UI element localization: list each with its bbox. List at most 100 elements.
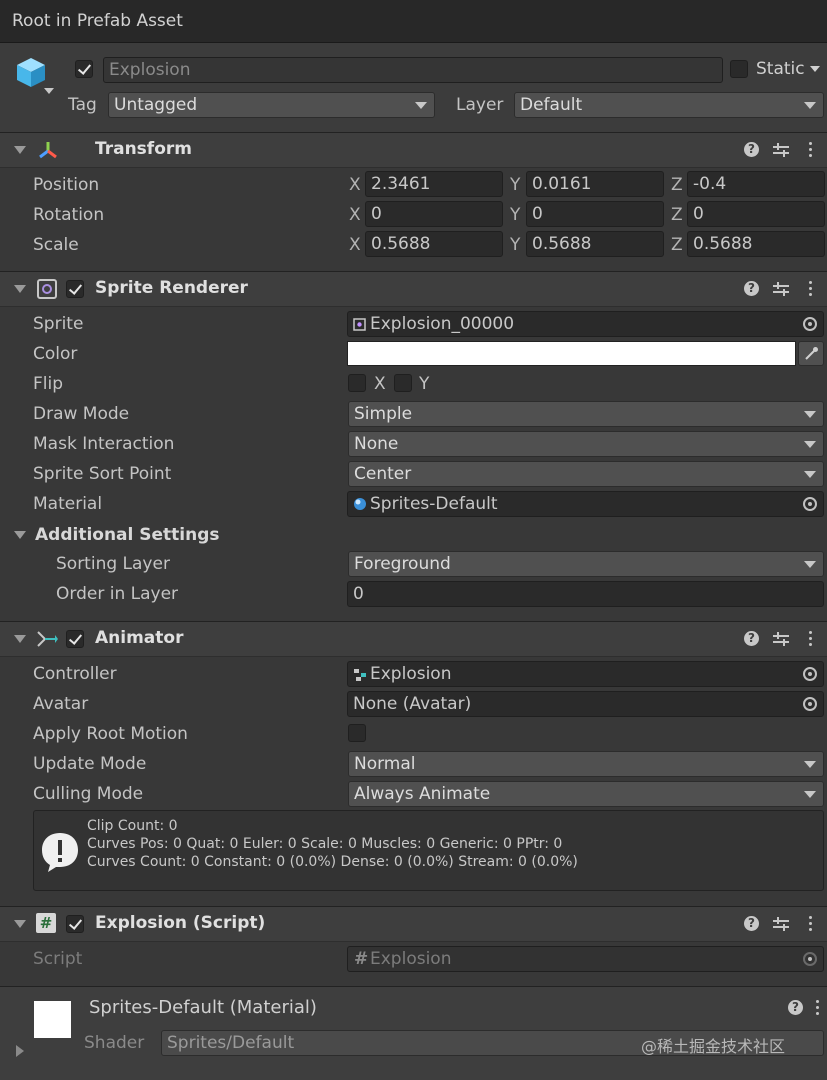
material-object-field[interactable]: Sprites-Default [347, 491, 824, 517]
update-mode-value: Normal [354, 754, 416, 774]
transform-icon [39, 142, 57, 159]
position-y-field[interactable]: 0.0161 [526, 171, 664, 197]
transform-title: Transform [95, 139, 192, 159]
presets-icon[interactable] [773, 632, 789, 646]
help-icon[interactable]: ? [744, 281, 759, 296]
sprite-sort-point-label: Sprite Sort Point [33, 464, 172, 484]
eyedropper-button[interactable] [798, 341, 824, 366]
avatar-label: Avatar [33, 694, 89, 714]
tag-dropdown[interactable]: Untagged [108, 92, 435, 118]
static-dropdown-arrow-icon[interactable] [810, 66, 820, 72]
controller-label: Controller [33, 664, 117, 684]
object-picker-icon[interactable] [803, 497, 817, 511]
axis-x-label: X [349, 175, 361, 195]
position-z-field[interactable]: -0.4 [687, 171, 825, 197]
foldout-arrow-icon[interactable] [14, 285, 26, 293]
animator-controller-icon [354, 669, 366, 681]
material-title: Sprites-Default (Material) [89, 997, 317, 1018]
rotation-x-field[interactable]: 0 [365, 201, 503, 227]
help-icon[interactable]: ? [788, 1000, 803, 1015]
info-icon [42, 833, 78, 872]
sprite-sort-point-value: Center [354, 464, 412, 484]
transform-header[interactable]: Transform ? [0, 132, 827, 168]
active-checkbox[interactable] [75, 60, 93, 78]
object-picker-icon[interactable] [803, 317, 817, 331]
static-checkbox[interactable] [730, 60, 748, 78]
draw-mode-dropdown[interactable]: Simple [348, 401, 824, 427]
object-picker-icon[interactable] [803, 667, 817, 681]
presets-icon[interactable] [773, 917, 789, 931]
mask-interaction-dropdown[interactable]: None [348, 431, 824, 457]
material-asset-icon [354, 498, 366, 510]
sorting-layer-dropdown[interactable]: Foreground [348, 551, 824, 577]
script-component-header[interactable]: # Explosion (Script) ? [0, 906, 827, 942]
culling-mode-dropdown[interactable]: Always Animate [348, 781, 824, 807]
flip-x-checkbox[interactable] [348, 374, 366, 392]
additional-settings-label[interactable]: Additional Settings [35, 525, 220, 545]
additional-settings-foldout-icon[interactable] [14, 531, 26, 539]
order-in-layer-field[interactable]: 0 [347, 581, 824, 607]
mask-interaction-value: None [354, 434, 399, 454]
help-icon[interactable]: ? [744, 916, 759, 931]
tag-label: Tag [68, 95, 97, 115]
sprite-renderer-header[interactable]: Sprite Renderer ? [0, 271, 827, 307]
object-picker-icon [803, 952, 817, 966]
sprite-sort-point-dropdown[interactable]: Center [348, 461, 824, 487]
animator-enabled-checkbox[interactable] [66, 630, 84, 648]
chevron-down-icon [804, 561, 816, 568]
layer-dropdown[interactable]: Default [514, 92, 824, 118]
avatar-object-field[interactable]: None (Avatar) [347, 691, 824, 717]
foldout-arrow-icon[interactable] [14, 635, 26, 643]
shader-value: Sprites/Default [167, 1033, 295, 1053]
sprite-renderer-enabled-checkbox[interactable] [66, 280, 84, 298]
foldout-arrow-icon[interactable] [14, 920, 26, 928]
apply-root-motion-checkbox[interactable] [348, 724, 366, 742]
culling-mode-label: Culling Mode [33, 784, 144, 804]
object-picker-icon[interactable] [803, 697, 817, 711]
axis-x-label: X [349, 205, 361, 225]
foldout-arrow-icon[interactable] [14, 146, 26, 154]
rotation-z-field[interactable]: 0 [687, 201, 825, 227]
script-enabled-checkbox[interactable] [66, 915, 84, 933]
chevron-down-icon [804, 411, 816, 418]
help-icon[interactable]: ? [744, 142, 759, 157]
object-name-field[interactable]: Explosion [103, 57, 723, 83]
rotation-y-field[interactable]: 0 [526, 201, 664, 227]
scale-y-field[interactable]: 0.5688 [526, 231, 664, 257]
sprite-object-field[interactable]: Explosion_00000 [347, 311, 824, 337]
help-icon[interactable]: ? [744, 631, 759, 646]
draw-mode-value: Simple [354, 404, 413, 424]
sprite-renderer-title: Sprite Renderer [95, 278, 248, 298]
flip-x-label: X [374, 374, 386, 394]
cube-icon[interactable] [14, 55, 48, 89]
presets-icon[interactable] [773, 143, 789, 157]
material-section: Sprites-Default (Material) ? Shader Spri… [0, 986, 827, 1080]
more-icon[interactable] [809, 281, 813, 297]
animator-header[interactable]: Animator ? [0, 621, 827, 657]
controller-object-field[interactable]: Explosion [347, 661, 824, 687]
preview-foldout-icon[interactable] [16, 1045, 24, 1057]
window-title: Root in Prefab Asset [12, 11, 183, 31]
scale-x-field[interactable]: 0.5688 [365, 231, 503, 257]
axis-y-label: Y [510, 175, 521, 195]
info-clip-count: Clip Count: 0 [87, 818, 178, 834]
more-icon[interactable] [816, 1000, 820, 1016]
sprite-label: Sprite [33, 314, 84, 334]
material-value: Sprites-Default [370, 494, 498, 514]
position-label: Position [33, 175, 100, 195]
script-component-title: Explosion (Script) [95, 913, 266, 933]
position-x-field[interactable]: 2.3461 [365, 171, 503, 197]
icon-dropdown-arrow-icon[interactable] [44, 88, 54, 94]
scale-z-field[interactable]: 0.5688 [687, 231, 825, 257]
sprite-renderer-icon [37, 279, 57, 299]
color-swatch[interactable] [347, 341, 796, 366]
more-icon[interactable] [809, 631, 813, 647]
chevron-down-icon [804, 102, 816, 109]
flip-y-checkbox[interactable] [394, 374, 412, 392]
more-icon[interactable] [809, 916, 813, 932]
order-in-layer-label: Order in Layer [56, 584, 179, 604]
material-label: Material [33, 494, 103, 514]
presets-icon[interactable] [773, 282, 789, 296]
update-mode-dropdown[interactable]: Normal [348, 751, 824, 777]
more-icon[interactable] [809, 142, 813, 158]
